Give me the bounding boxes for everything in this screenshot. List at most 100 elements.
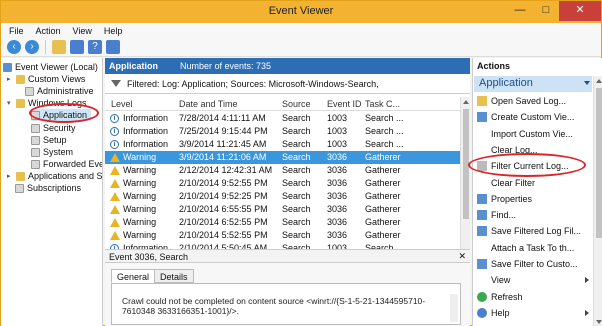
cell-event-id: 1003 (327, 113, 348, 123)
submenu-arrow-icon (585, 309, 589, 316)
column-date-time[interactable]: Date and Time (179, 99, 238, 109)
collapse-icon[interactable]: ▸ (7, 172, 13, 180)
action-item-label: Open Saved Log... (491, 96, 567, 106)
cell-date: 3/9/2014 11:21:45 AM (179, 139, 267, 149)
action-icon (477, 193, 487, 204)
tree-item-forwarded-events[interactable]: Forwarded Eve (31, 158, 102, 170)
toolbar: ‹ › ? (1, 38, 601, 57)
tree-item-setup[interactable]: Setup (31, 134, 67, 146)
table-row[interactable]: Warning 2/10/2014 5:52:55 PM Search 3036 Gat… (105, 229, 460, 242)
table-row[interactable]: Warning 2/10/2014 6:55:55 PM Search 3036 Gat… (105, 203, 460, 216)
log-icon (31, 159, 40, 169)
blank-icon (477, 275, 487, 285)
folder-icon (477, 96, 487, 106)
cell-task-category: Gatherer (365, 191, 401, 201)
folder-icon (16, 171, 25, 181)
cell-source: Search (282, 230, 311, 240)
collapse-icon[interactable]: ▸ (7, 75, 13, 83)
menu-help[interactable]: Help (104, 26, 123, 36)
table-row[interactable]: i Information 3/9/2014 11:21:45 AM Search 10… (105, 138, 460, 151)
cell-date: 3/9/2014 11:21:06 AM (179, 152, 267, 162)
menu-bar: File Action View Help (1, 23, 601, 38)
cell-source: Search (282, 165, 311, 175)
tree-item-administrative[interactable]: Administrative (25, 85, 94, 97)
scroll-up-icon[interactable] (596, 79, 602, 83)
action-item-clear-filter[interactable]: Clear Filter (477, 176, 535, 190)
column-event-id[interactable]: Event ID (327, 99, 362, 109)
folder-icon (16, 74, 25, 84)
action-item-refresh[interactable]: Refresh (477, 290, 523, 304)
expand-icon[interactable]: ▾ (7, 99, 13, 107)
actions-section-application[interactable]: Application (474, 76, 592, 92)
cell-event-id: 3036 (327, 165, 348, 175)
refresh-icon (477, 291, 487, 302)
table-row[interactable]: Warning 2/10/2014 9:52:25 PM Search 3036 Gat… (105, 190, 460, 203)
menu-action[interactable]: Action (36, 26, 61, 36)
close-icon[interactable]: ✕ (458, 251, 466, 262)
close-button[interactable]: ✕ (559, 1, 601, 21)
cell-task-category: Gatherer (365, 152, 401, 162)
cell-task-category: Gatherer (365, 165, 401, 175)
action-item-import-custom-vie[interactable]: Import Custom Vie... (477, 127, 573, 141)
action-item-open-saved-log[interactable]: Open Saved Log... (477, 94, 566, 108)
action-item-view[interactable]: View (477, 273, 510, 287)
menu-file[interactable]: File (9, 26, 24, 36)
actions-scrollbar[interactable] (593, 76, 602, 326)
cell-source: Search (282, 139, 311, 149)
action-item-save-filter-to-custo[interactable]: Save Filter to Custo... (477, 257, 578, 271)
application-highlight-circle (29, 103, 99, 123)
cell-event-id: 1003 (327, 126, 348, 136)
maximize-button[interactable]: □ (533, 1, 559, 21)
log-icon (31, 147, 40, 157)
cell-level: Warning (123, 165, 157, 175)
action-item-help[interactable]: Help (477, 306, 510, 320)
table-row[interactable]: Warning 2/12/2014 12:42:31 AM Search 3036 Ga… (105, 164, 460, 177)
minimize-button[interactable]: — (507, 1, 533, 21)
collapse-icon[interactable] (584, 81, 590, 85)
table-row[interactable]: i Information 7/25/2014 9:15:44 PM Search 10… (105, 125, 460, 138)
tree-item-root[interactable]: Event Viewer (Local) (3, 61, 98, 73)
title-bar[interactable]: Event Viewer — □ ✕ (1, 1, 601, 23)
action-item-save-filtered-log-fil[interactable]: Save Filtered Log Fil... (477, 224, 581, 238)
action-item-attach-a-task-to-th[interactable]: Attach a Task To th... (477, 241, 574, 255)
cell-task-category: Search ... (365, 126, 404, 136)
tab-details[interactable]: Details (154, 269, 194, 283)
column-source[interactable]: Source (282, 99, 311, 109)
tree-item-security[interactable]: Security (31, 122, 76, 134)
column-task-category[interactable]: Task C... (365, 99, 400, 109)
folder-icon (16, 98, 25, 108)
information-icon: i (110, 114, 119, 123)
scroll-thumb[interactable] (596, 88, 602, 238)
scroll-up-icon[interactable] (463, 100, 469, 104)
table-row[interactable]: Warning 2/10/2014 9:52:55 PM Search 3036 Gat… (105, 177, 460, 190)
action-item-label: View (491, 275, 511, 286)
column-level[interactable]: Level (111, 99, 133, 109)
action-item-create-custom-vie[interactable]: Create Custom Vie... (477, 110, 574, 124)
tree-item-subscriptions[interactable]: Subscriptions (15, 182, 81, 194)
forward-arrow-icon[interactable]: › (25, 40, 39, 54)
table-row[interactable]: i Information 7/28/2014 4:11:11 AM Search 10… (105, 112, 460, 125)
cell-source: Search (282, 126, 311, 136)
tree-item-system[interactable]: System (31, 146, 73, 158)
scroll-down-icon[interactable] (596, 320, 602, 324)
console-tree-icon[interactable] (70, 40, 84, 54)
tab-general[interactable]: General (111, 269, 156, 283)
action-item-find[interactable]: Find... (477, 208, 516, 222)
folder-icon[interactable] (52, 40, 66, 54)
back-arrow-icon[interactable]: ‹ (7, 40, 21, 54)
cell-level: Warning (123, 230, 157, 240)
log-icon (31, 123, 40, 133)
table-row[interactable]: Warning 2/10/2014 6:52:55 PM Search 3036 Gat… (105, 216, 460, 229)
menu-view[interactable]: View (73, 26, 92, 36)
warning-icon (110, 192, 120, 201)
actions-title: Actions (477, 61, 511, 71)
table-row[interactable]: Warning 3/9/2014 11:21:06 AM Search 3036 Gat… (105, 151, 460, 164)
action-item-label: Save Filtered Log Fil... (491, 226, 582, 237)
tree-item-applications-services[interactable]: ▸ Applications and S (7, 170, 102, 182)
help-icon[interactable]: ? (88, 40, 102, 54)
action-item-properties[interactable]: Properties (477, 192, 532, 206)
message-scrollbar[interactable] (450, 294, 458, 322)
filter-current-log-highlight-circle (468, 153, 586, 177)
action-pane-icon[interactable] (106, 40, 120, 54)
tree-item-custom-views[interactable]: ▸ Custom Views (7, 73, 85, 85)
